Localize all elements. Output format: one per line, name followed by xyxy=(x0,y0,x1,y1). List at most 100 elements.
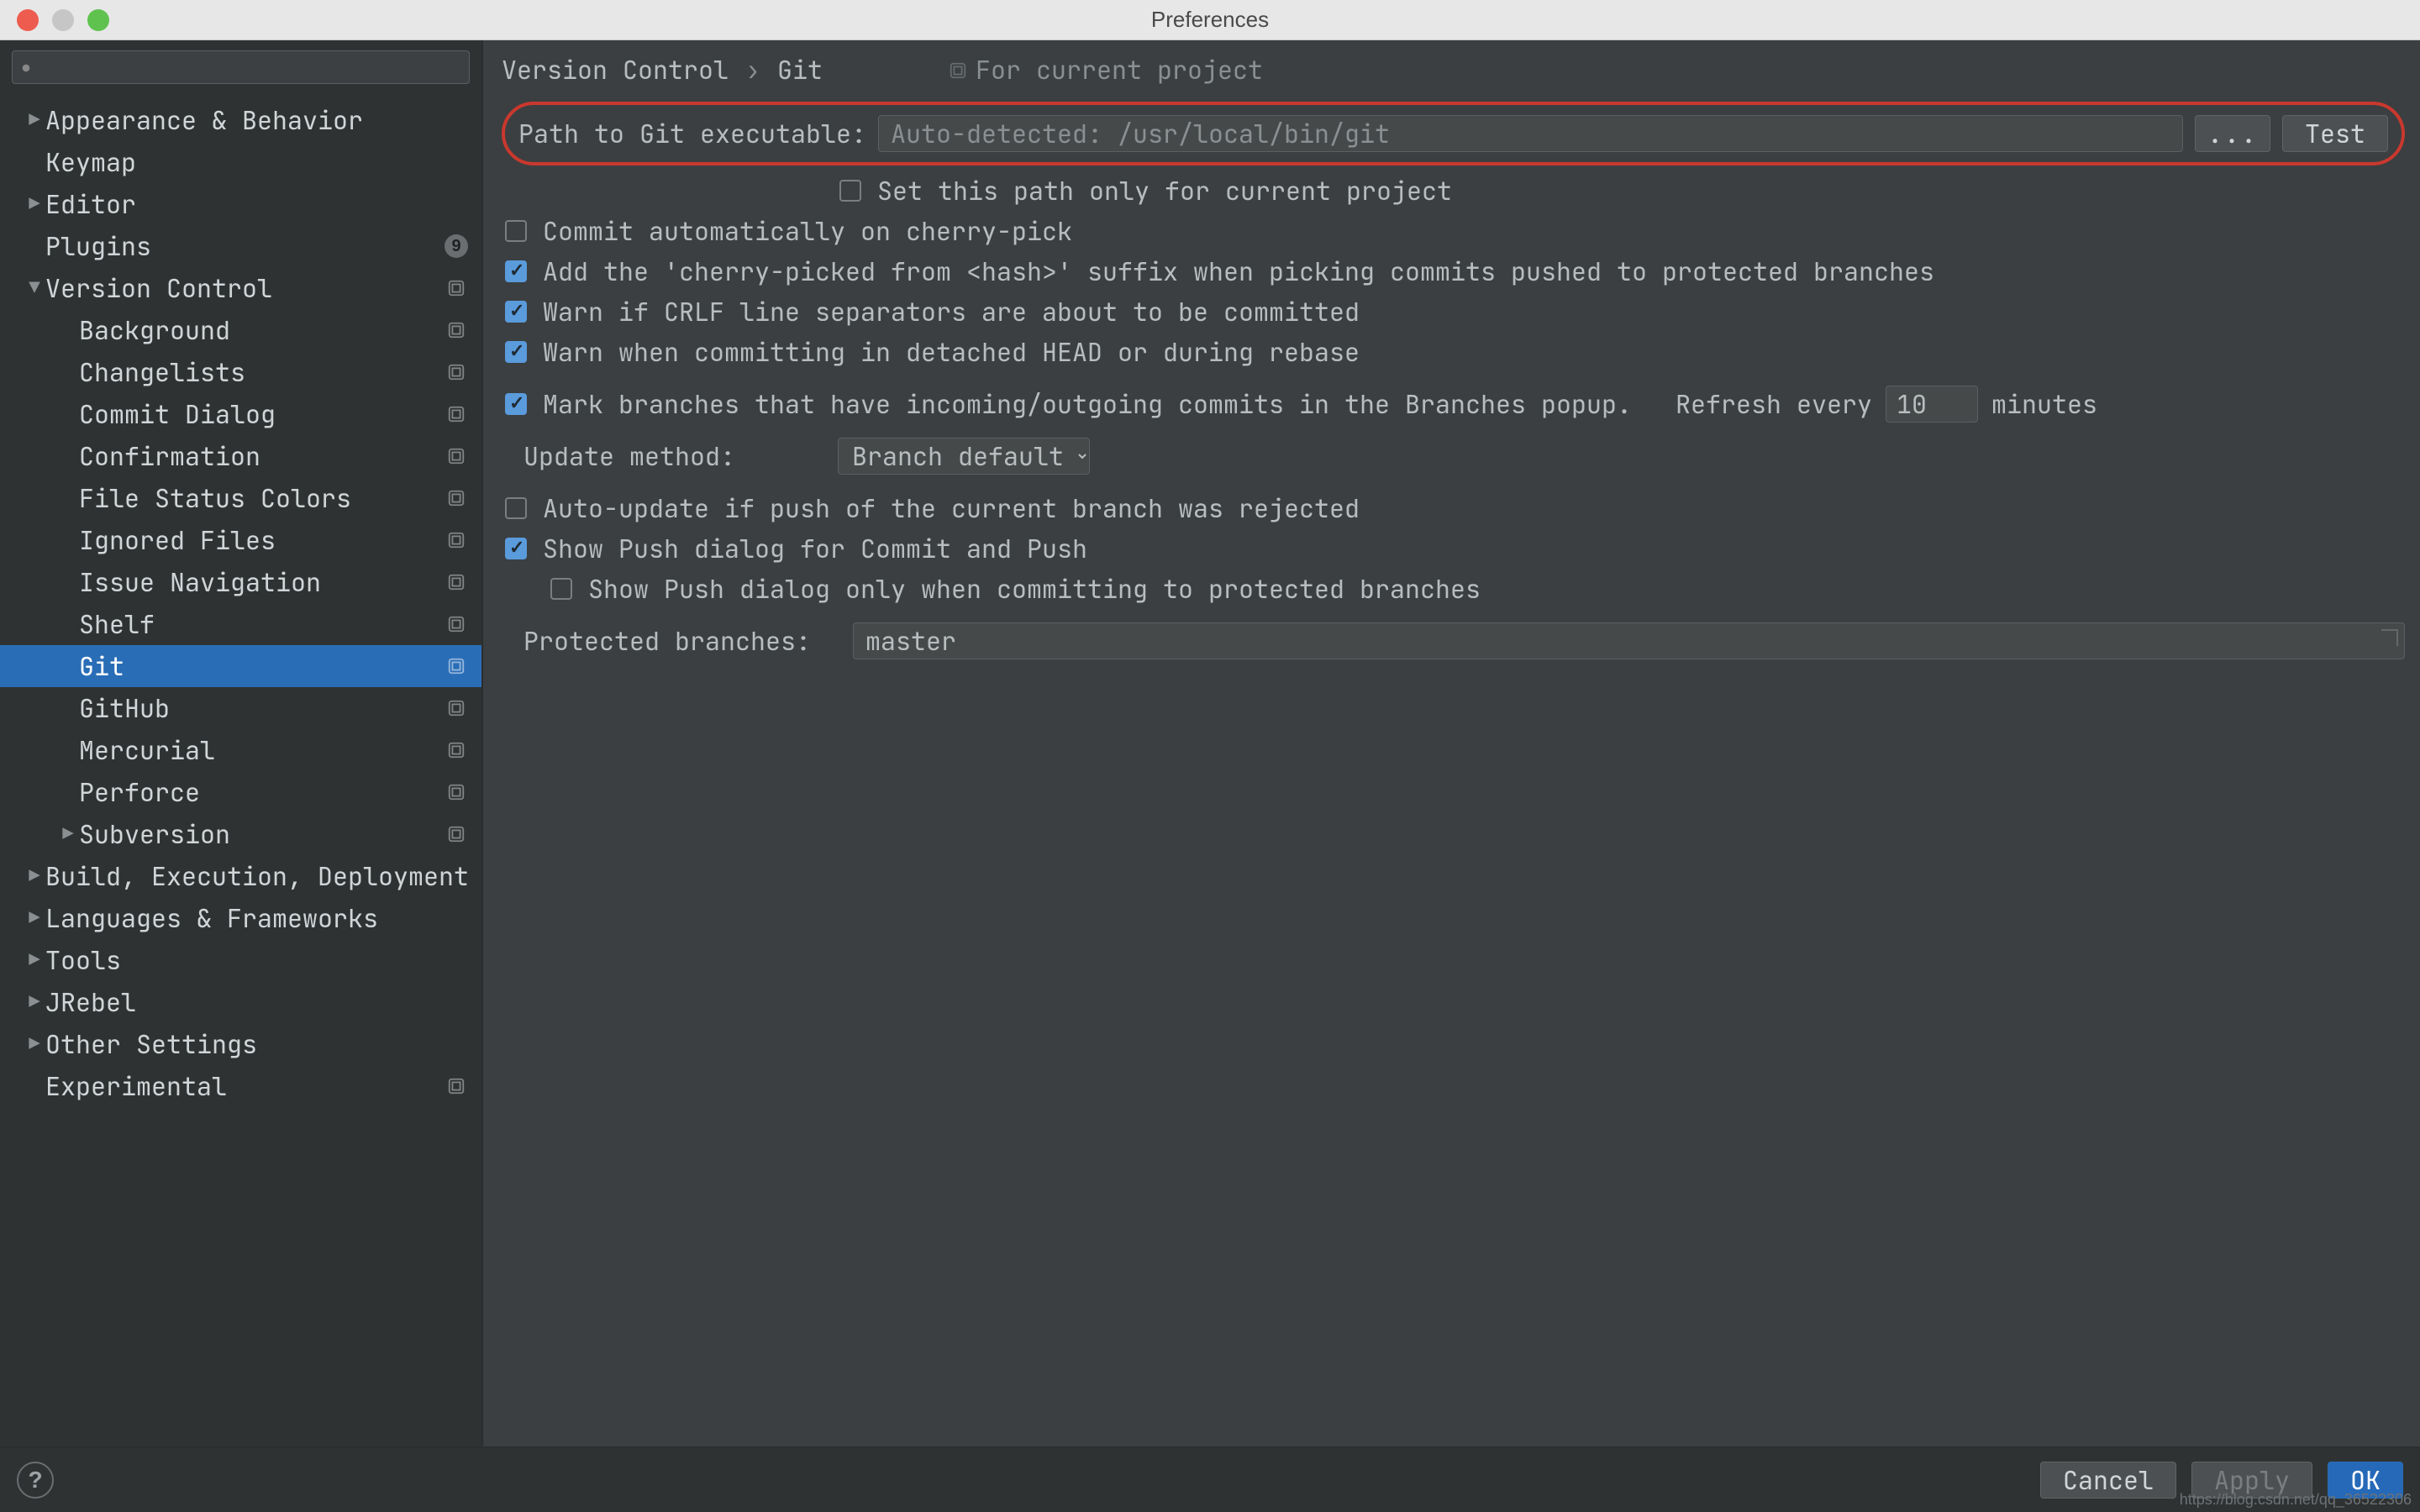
git-path-input[interactable] xyxy=(878,115,2183,152)
zoom-icon[interactable] xyxy=(87,9,109,31)
sidebar-item-label: Ignored Files xyxy=(79,524,445,557)
warn-crlf-checkbox[interactable] xyxy=(505,301,527,323)
warn-crlf-label: Warn if CRLF line separators are about t… xyxy=(543,296,1360,328)
show-push-dialog-label: Show Push dialog for Commit and Push xyxy=(543,533,1087,565)
project-scope-icon xyxy=(445,318,468,342)
sidebar-item-github[interactable]: GitHub xyxy=(0,687,481,729)
sidebar-item-label: Perforce xyxy=(79,776,445,809)
git-path-label: Path to Git executable: xyxy=(518,118,866,150)
auto-update-checkbox[interactable] xyxy=(505,497,527,519)
sidebar-item-editor[interactable]: ▶Editor xyxy=(0,183,481,225)
sidebar-item-jrebel[interactable]: ▶JRebel xyxy=(0,981,481,1023)
sidebar-item-label: Changelists xyxy=(79,356,445,389)
sidebar-item-label: GitHub xyxy=(79,692,445,725)
project-scope-icon xyxy=(445,780,468,804)
sidebar-item-experimental[interactable]: Experimental xyxy=(0,1065,481,1107)
chevron-icon[interactable]: ▶ xyxy=(24,192,45,217)
sidebar-item-git[interactable]: Git xyxy=(0,645,481,687)
chevron-icon[interactable]: ▶ xyxy=(24,990,45,1015)
minimize-icon[interactable] xyxy=(52,9,74,31)
sidebar-item-file-status-colors[interactable]: File Status Colors xyxy=(0,477,481,519)
refresh-interval-input[interactable] xyxy=(1886,386,1978,423)
set-path-only-checkbox[interactable] xyxy=(839,180,861,202)
sidebar-item-languages-frameworks[interactable]: ▶Languages & Frameworks xyxy=(0,897,481,939)
refresh-every-label: Refresh every xyxy=(1676,388,1872,421)
settings-tree: ▶Appearance & BehaviorKeymap▶EditorPlugi… xyxy=(0,94,481,1446)
project-scope-icon xyxy=(445,444,468,468)
sidebar-item-label: Commit Dialog xyxy=(79,398,445,431)
project-scope-icon xyxy=(949,61,967,80)
show-push-protected-checkbox[interactable] xyxy=(550,578,572,600)
sidebar-item-perforce[interactable]: Perforce xyxy=(0,771,481,813)
sidebar-item-changelists[interactable]: Changelists xyxy=(0,351,481,393)
sidebar-item-shelf[interactable]: Shelf xyxy=(0,603,481,645)
sidebar-item-other-settings[interactable]: ▶Other Settings xyxy=(0,1023,481,1065)
window-controls xyxy=(0,9,168,31)
project-scope-icon xyxy=(445,654,468,678)
close-icon[interactable] xyxy=(17,9,39,31)
breadcrumb: Version Control › Git For current projec… xyxy=(502,54,2405,87)
sidebar-item-issue-navigation[interactable]: Issue Navigation xyxy=(0,561,481,603)
project-scope-icon xyxy=(445,738,468,762)
show-push-protected-label: Show Push dialog only when committing to… xyxy=(588,573,1481,606)
protected-branches-input[interactable] xyxy=(853,622,2405,659)
dialog-footer: ? Cancel Apply OK xyxy=(0,1446,2420,1512)
search-input[interactable] xyxy=(12,50,470,84)
project-scope-icon xyxy=(445,696,468,720)
test-button[interactable]: Test xyxy=(2282,115,2388,152)
sidebar-item-background[interactable]: Background xyxy=(0,309,481,351)
sidebar-item-ignored-files[interactable]: Ignored Files xyxy=(0,519,481,561)
chevron-icon[interactable]: ▶ xyxy=(24,948,45,973)
project-scope-icon xyxy=(445,570,468,594)
sidebar-item-build-execution-deployment[interactable]: ▶Build, Execution, Deployment xyxy=(0,855,481,897)
sidebar-item-label: Version Control xyxy=(45,272,445,305)
project-scope-icon xyxy=(445,528,468,552)
warn-detached-label: Warn when committing in detached HEAD or… xyxy=(543,336,1360,369)
cancel-button[interactable]: Cancel xyxy=(2040,1462,2176,1499)
sidebar-item-commit-dialog[interactable]: Commit Dialog xyxy=(0,393,481,435)
sidebar-item-mercurial[interactable]: Mercurial xyxy=(0,729,481,771)
sidebar-item-label: Editor xyxy=(45,188,481,221)
sidebar-item-plugins[interactable]: Plugins9 xyxy=(0,225,481,267)
chevron-icon[interactable]: ▼ xyxy=(24,276,45,301)
help-button[interactable]: ? xyxy=(17,1462,54,1499)
sidebar-item-label: Tools xyxy=(45,944,481,977)
sidebar-item-label: Shelf xyxy=(79,608,445,641)
breadcrumb-part: Git xyxy=(777,54,823,87)
sidebar-item-label: Confirmation xyxy=(79,440,445,473)
warn-detached-checkbox[interactable] xyxy=(505,341,527,363)
sidebar-item-label: Keymap xyxy=(45,146,481,179)
cherry-auto-checkbox[interactable] xyxy=(505,220,527,242)
sidebar-item-version-control[interactable]: ▼Version Control xyxy=(0,267,481,309)
window-title: Preferences xyxy=(168,7,2252,33)
sidebar-item-label: Other Settings xyxy=(45,1028,481,1061)
show-push-dialog-checkbox[interactable] xyxy=(505,538,527,559)
mark-branches-checkbox[interactable] xyxy=(505,393,527,415)
chevron-icon[interactable]: ▶ xyxy=(57,822,79,847)
scope-note: For current project xyxy=(949,54,1263,87)
update-method-select[interactable]: Branch default xyxy=(838,438,1090,475)
titlebar: Preferences xyxy=(0,0,2420,40)
breadcrumb-part: Version Control xyxy=(502,54,729,87)
sidebar-item-confirmation[interactable]: Confirmation xyxy=(0,435,481,477)
git-path-row: Path to Git executable: ... Test xyxy=(502,102,2405,165)
sidebar-item-label: Issue Navigation xyxy=(79,566,445,599)
chevron-icon[interactable]: ▶ xyxy=(24,906,45,931)
sidebar-item-label: Build, Execution, Deployment xyxy=(45,860,481,893)
sidebar-item-subversion[interactable]: ▶Subversion xyxy=(0,813,481,855)
browse-button[interactable]: ... xyxy=(2195,115,2270,152)
project-scope-icon xyxy=(445,402,468,426)
sidebar-item-tools[interactable]: ▶Tools xyxy=(0,939,481,981)
chevron-icon[interactable]: ▶ xyxy=(24,1032,45,1057)
sidebar-item-label: JRebel xyxy=(45,986,481,1019)
sidebar-item-label: Plugins xyxy=(45,230,445,263)
sidebar-item-keymap[interactable]: Keymap xyxy=(0,141,481,183)
cherry-suffix-checkbox[interactable] xyxy=(505,260,527,282)
cherry-suffix-label: Add the 'cherry-picked from <hash>' suff… xyxy=(543,255,1934,288)
sidebar: ▶Appearance & BehaviorKeymap▶EditorPlugi… xyxy=(0,40,483,1446)
protected-branches-label: Protected branches: xyxy=(523,625,811,658)
chevron-icon[interactable]: ▶ xyxy=(24,864,45,889)
chevron-icon[interactable]: ▶ xyxy=(24,108,45,133)
mark-branches-label: Mark branches that have incoming/outgoin… xyxy=(543,388,1632,421)
sidebar-item-appearance-behavior[interactable]: ▶Appearance & Behavior xyxy=(0,99,481,141)
